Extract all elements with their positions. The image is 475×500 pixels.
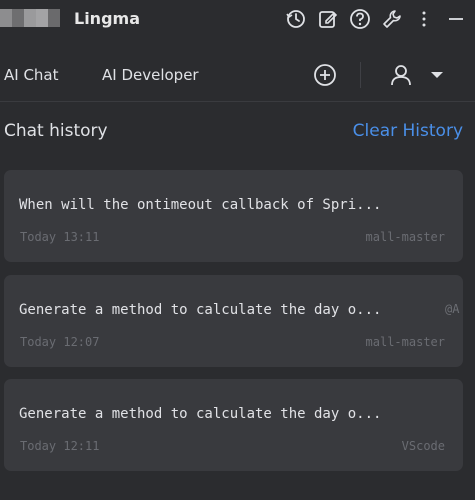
history-item[interactable]: Generate a method to calculate the day o… <box>4 379 463 471</box>
history-icon[interactable] <box>283 6 309 32</box>
history-item-project: mall-master <box>365 230 445 244</box>
history-item-project: VScode <box>401 439 445 453</box>
user-icon[interactable] <box>388 62 414 88</box>
more-vertical-icon[interactable] <box>411 6 437 32</box>
title-bar: Lingma <box>0 0 475 40</box>
app-title: Lingma <box>74 9 140 28</box>
tab-ai-chat[interactable]: AI Chat <box>4 66 59 84</box>
help-icon[interactable] <box>347 6 373 32</box>
history-item-time: Today 12:07 <box>20 335 100 349</box>
history-item[interactable]: Generate a method to calculate the day o… <box>4 275 463 367</box>
edit-icon[interactable] <box>315 6 341 32</box>
header-divider <box>0 101 475 102</box>
dropdown-caret-icon[interactable] <box>428 66 446 84</box>
history-item-time: Today 13:11 <box>20 230 100 244</box>
app-logo <box>0 9 60 27</box>
history-item-question: Generate a method to calculate the day o… <box>19 302 382 318</box>
new-chat-plus-icon[interactable] <box>312 62 338 88</box>
history-item[interactable]: When will the ontimeout callback of Spri… <box>4 170 463 262</box>
history-item-question: Generate a method to calculate the day o… <box>19 406 382 422</box>
toolbar-divider <box>360 62 361 88</box>
history-item-time: Today 12:11 <box>20 439 100 453</box>
tabs-bar: AI Chat AI Developer <box>0 54 475 98</box>
history-item-project: mall-master <box>365 335 445 349</box>
settings-wrench-icon[interactable] <box>379 6 405 32</box>
minimize-icon[interactable] <box>443 6 469 32</box>
tab-ai-developer[interactable]: AI Developer <box>102 66 199 84</box>
history-item-tag: @A <box>445 302 460 316</box>
clear-history-link[interactable]: Clear History <box>353 121 463 141</box>
chat-history-title: Chat history <box>4 121 108 141</box>
history-item-question: When will the ontimeout callback of Spri… <box>19 197 382 213</box>
